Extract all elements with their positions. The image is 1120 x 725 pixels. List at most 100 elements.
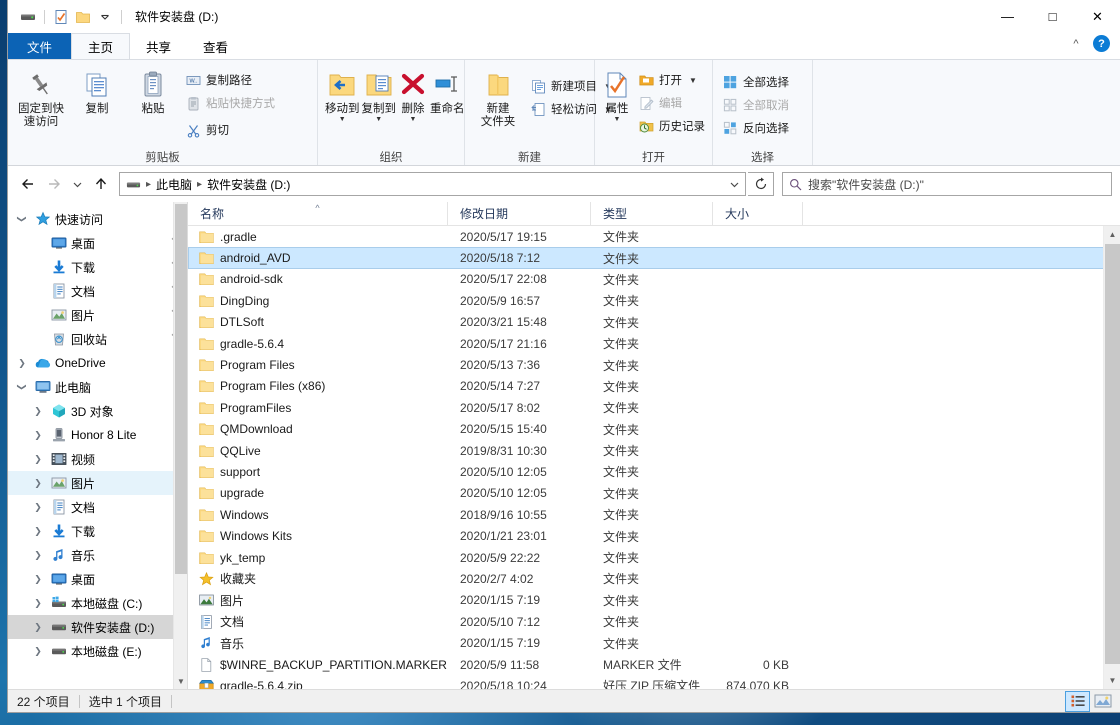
sidebar-item-6[interactable]: ❯ OneDrive	[8, 351, 187, 375]
sidebar-item-16[interactable]: ❯ 本地磁盘 (C:)	[8, 591, 187, 615]
tab-share[interactable]: 共享	[130, 33, 187, 59]
navigation-scrollbar-thumb[interactable]	[175, 204, 187, 574]
sidebar-item-12[interactable]: ❯ 文档	[8, 495, 187, 519]
column-header-blank[interactable]	[803, 202, 1120, 226]
details-view-button[interactable]	[1065, 690, 1090, 712]
chevron-down-icon[interactable]: ▼	[410, 116, 417, 123]
chevron-down-icon[interactable]: ▼	[614, 116, 621, 123]
file-list-scrollbar[interactable]: ▲ ▼	[1103, 226, 1120, 689]
select-all-button[interactable]: 全部选择	[719, 71, 794, 93]
paste-button[interactable]: 粘贴	[126, 65, 180, 137]
tab-view[interactable]: 查看	[187, 33, 244, 59]
copy-to-button[interactable]: 复制到 ▼	[361, 65, 398, 137]
sidebar-item-10[interactable]: ❯ 视频	[8, 447, 187, 471]
chevron-down-icon[interactable]	[724, 173, 744, 195]
chevron-right-icon[interactable]: ❯	[30, 547, 46, 563]
sidebar-item-14[interactable]: ❯ 音乐	[8, 543, 187, 567]
chevron-right-icon[interactable]: ❯	[14, 355, 30, 371]
cut-button[interactable]: 剪切	[182, 119, 280, 141]
scroll-down-arrow-icon[interactable]: ▼	[1104, 672, 1120, 689]
delete-button[interactable]: 删除 ▼	[397, 65, 429, 137]
table-row[interactable]: gradle-5.6.4 2020/5/17 21:16 文件夹	[188, 333, 1120, 354]
table-row[interactable]: .gradle 2020/5/17 19:15 文件夹	[188, 226, 1120, 247]
table-row[interactable]: Program Files (x86) 2020/5/14 7:27 文件夹	[188, 376, 1120, 397]
breadcrumb-item-this-pc[interactable]: 此电脑	[153, 176, 195, 193]
sidebar-item-1[interactable]: 桌面	[8, 231, 187, 255]
sidebar-item-8[interactable]: ❯ 3D 对象	[8, 399, 187, 423]
table-row[interactable]: android-sdk 2020/5/17 22:08 文件夹	[188, 269, 1120, 290]
close-button[interactable]: ✕	[1075, 0, 1120, 33]
help-button[interactable]: ?	[1093, 35, 1110, 52]
chevron-down-icon[interactable]: ❯	[14, 379, 30, 395]
table-row[interactable]: yk_temp 2020/5/9 22:22 文件夹	[188, 547, 1120, 568]
large-icons-view-button[interactable]	[1091, 692, 1114, 711]
invert-selection-button[interactable]: 反向选择	[719, 117, 794, 139]
column-header-size[interactable]: 大小	[713, 201, 803, 226]
sidebar-item-17[interactable]: ❯ 软件安装盘 (D:)	[8, 615, 187, 639]
sidebar-item-0[interactable]: ❯ 快速访问	[8, 207, 187, 231]
sidebar-item-9[interactable]: ❯ Honor 8 Lite	[8, 423, 187, 447]
chevron-down-icon[interactable]: ▼	[375, 116, 382, 123]
customize-dropdown-icon[interactable]	[94, 6, 116, 28]
select-none-button[interactable]: 全部取消	[719, 94, 794, 116]
rename-button[interactable]: 重命名	[429, 65, 466, 137]
sidebar-item-15[interactable]: ❯ 桌面	[8, 567, 187, 591]
table-row[interactable]: $WINRE_BACKUP_PARTITION.MARKER 2020/5/9 1…	[188, 654, 1120, 675]
sidebar-item-18[interactable]: ❯ 本地磁盘 (E:)	[8, 639, 187, 663]
properties-button[interactable]: 属性 ▼	[601, 65, 633, 137]
up-button[interactable]	[89, 172, 113, 196]
search-input[interactable]: 搜索"软件安装盘 (D:)"	[808, 176, 924, 193]
chevron-right-icon[interactable]: ❯	[30, 619, 46, 635]
chevron-right-icon[interactable]: ❯	[30, 499, 46, 515]
tab-home[interactable]: 主页	[71, 33, 131, 59]
chevron-right-icon[interactable]: ❯	[30, 427, 46, 443]
table-row[interactable]: QQLive 2019/8/31 10:30 文件夹	[188, 440, 1120, 461]
table-row[interactable]: 音乐 2020/1/15 7:19 文件夹	[188, 632, 1120, 653]
column-header-name[interactable]: 名称 ^	[188, 201, 448, 226]
new-folder-icon[interactable]	[72, 6, 94, 28]
chevron-right-icon[interactable]: ❯	[30, 595, 46, 611]
sidebar-item-4[interactable]: 图片	[8, 303, 187, 327]
recent-locations-button[interactable]	[68, 172, 87, 196]
chevron-right-icon[interactable]: ❯	[30, 643, 46, 659]
sidebar-item-2[interactable]: 下载	[8, 255, 187, 279]
scroll-up-arrow-icon[interactable]: ▲	[1104, 226, 1120, 243]
history-button[interactable]: 历史记录	[635, 115, 710, 137]
maximize-button[interactable]: □	[1030, 0, 1075, 33]
table-row[interactable]: ProgramFiles 2020/5/17 8:02 文件夹	[188, 397, 1120, 418]
sidebar-item-7[interactable]: ❯ 此电脑	[8, 375, 187, 399]
chevron-down-icon[interactable]: ❯	[14, 211, 30, 227]
copy-path-button[interactable]: W.. 复制路径	[182, 69, 280, 91]
sidebar-item-3[interactable]: 文档	[8, 279, 187, 303]
sidebar-item-5[interactable]: 回收站	[8, 327, 187, 351]
chevron-right-icon[interactable]: ❯	[30, 523, 46, 539]
breadcrumb-bar[interactable]: ▸ 此电脑 ▸ 软件安装盘 (D:)	[119, 172, 746, 196]
chevron-down-icon[interactable]: ▼	[339, 116, 346, 123]
properties-icon[interactable]	[50, 6, 72, 28]
table-row[interactable]: 收藏夹 2020/2/7 4:02 文件夹	[188, 568, 1120, 589]
column-header-date[interactable]: 修改日期	[448, 201, 591, 226]
table-row[interactable]: Windows Kits 2020/1/21 23:01 文件夹	[188, 525, 1120, 546]
forward-button[interactable]	[42, 172, 66, 196]
table-row[interactable]: DingDing 2020/5/9 16:57 文件夹	[188, 290, 1120, 311]
table-row[interactable]: Program Files 2020/5/13 7:36 文件夹	[188, 354, 1120, 375]
sidebar-item-11[interactable]: ❯ 图片	[8, 471, 187, 495]
table-row[interactable]: 图片 2020/1/15 7:19 文件夹	[188, 590, 1120, 611]
sidebar-item-13[interactable]: ❯ 下载	[8, 519, 187, 543]
navigation-scrollbar[interactable]: ▼	[173, 202, 187, 689]
table-row[interactable]: android_AVD 2020/5/18 7:12 文件夹	[188, 247, 1120, 269]
table-row[interactable]: 文档 2020/5/10 7:12 文件夹	[188, 611, 1120, 632]
file-list-scrollbar-thumb[interactable]	[1105, 244, 1120, 664]
table-row[interactable]: upgrade 2020/5/10 12:05 文件夹	[188, 483, 1120, 504]
copy-button[interactable]: 复制	[70, 65, 124, 137]
new-folder-button[interactable]: 新建 文件夹	[471, 65, 525, 137]
chevron-up-icon[interactable]: ^	[1067, 38, 1085, 50]
table-row[interactable]: QMDownload 2020/5/15 15:40 文件夹	[188, 419, 1120, 440]
minimize-button[interactable]: —	[985, 0, 1030, 33]
tab-file[interactable]: 文件	[8, 33, 72, 59]
table-row[interactable]: Windows 2018/9/16 10:55 文件夹	[188, 504, 1120, 525]
table-row[interactable]: gradle-5.6.4.zip 2020/5/18 10:24 好压 ZIP 压缩…	[188, 675, 1120, 689]
pin-to-quick-access-button[interactable]: 固定到快 速访问	[14, 65, 68, 137]
chevron-right-icon[interactable]: ❯	[30, 475, 46, 491]
table-row[interactable]: support 2020/5/10 12:05 文件夹	[188, 461, 1120, 482]
